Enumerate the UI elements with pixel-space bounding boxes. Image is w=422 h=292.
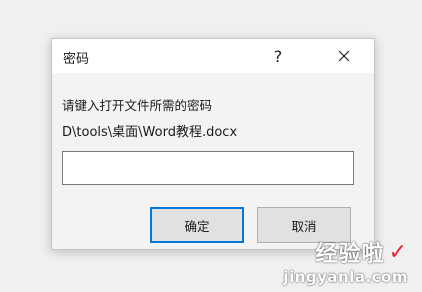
help-button[interactable]: ? [258, 39, 298, 73]
close-button[interactable] [314, 39, 374, 73]
dialog-title: 密码 [63, 52, 90, 67]
watermark-brand: 经验啦 ✓ [283, 236, 408, 268]
password-input[interactable] [62, 151, 354, 185]
dialog-titlebar: 密码 ? [52, 39, 374, 73]
check-icon: ✓ [388, 239, 408, 265]
ok-button[interactable]: 确定 [150, 207, 244, 243]
watermark-url: jingyanla.com [283, 268, 408, 286]
file-path: D\tools\桌面\Word教程.docx [62, 125, 238, 140]
password-dialog: 密码 ? 请键入打开文件所需的密码 D\tools\桌面\Word教程.docx… [51, 38, 375, 250]
watermark: 经验啦 ✓ jingyanla.com [283, 236, 408, 287]
close-icon [338, 50, 350, 62]
password-prompt: 请键入打开文件所需的密码 [62, 98, 213, 113]
watermark-text: 经验啦 [315, 242, 385, 267]
